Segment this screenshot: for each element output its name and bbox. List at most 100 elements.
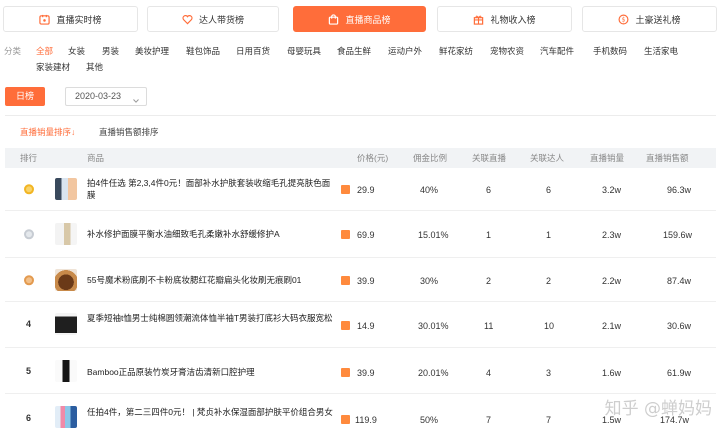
calendar-icon [39, 14, 51, 25]
kol-count: 10 [544, 321, 555, 331]
heart-icon [182, 14, 193, 25]
date-picker[interactable]: 2020-03-23 [65, 87, 147, 106]
product-name[interactable]: 夏季短袖t恤男士纯棉圆领潮流体恤半袖T男装打底衫大码衣服宽松 [87, 312, 337, 324]
commission: 30% [420, 276, 439, 286]
product-thumbnail[interactable] [55, 178, 77, 200]
header-kol[interactable]: 关联达人 [530, 148, 564, 168]
price: 39.9 [357, 368, 375, 378]
category-men[interactable]: 男装 [102, 44, 119, 58]
category-sports[interactable]: 运动户外 [388, 44, 422, 58]
category-appliances[interactable]: 生活家电 [644, 44, 678, 58]
watermark: 知乎 @蝉妈妈 [604, 399, 712, 419]
sort-by-sales[interactable]: 直播销售额排序 [99, 126, 159, 138]
category-flowers[interactable]: 鲜花家纺 [439, 44, 473, 58]
tab-label: 礼物收入榜 [490, 14, 536, 25]
category-daily[interactable]: 日用百货 [236, 44, 270, 58]
table-row[interactable]: 4 夏季短袖t恤男士纯棉圆领潮流体恤半袖T男装打底衫大码衣服宽松 14.9 30… [5, 302, 716, 348]
price: 69.9 [357, 230, 375, 240]
product-thumbnail[interactable] [55, 406, 77, 428]
table-row[interactable]: 拍4件任选 第2,3,4件0元！面部补水护肤套装收缩毛孔提亮肤色面膜 29.9 … [5, 168, 716, 211]
kol-count: 7 [546, 415, 552, 425]
commission: 20.01% [418, 368, 449, 378]
daily-rank-button[interactable]: 日榜 [5, 87, 45, 106]
product-name[interactable]: 补水修护面膜平衡水油细致毛孔柔嫩补水舒缓修护A [87, 228, 337, 240]
category-women[interactable]: 女装 [68, 44, 85, 58]
header-live[interactable]: 关联直播 [472, 148, 506, 168]
product-name[interactable]: 55号魔术粉底刷不卡粉底妆腮红花瓣扁头化妆刷无痕刷01 [87, 274, 337, 286]
tmall-icon [341, 185, 350, 194]
price: 39.9 [357, 276, 375, 286]
kol-count: 1 [546, 230, 552, 240]
category-digital[interactable]: 手机数码 [593, 44, 627, 58]
live-volume: 1.6w [602, 368, 622, 378]
product-thumbnail[interactable] [55, 223, 77, 245]
category-food[interactable]: 食品生鲜 [337, 44, 371, 58]
live-sales: 30.6w [667, 321, 692, 331]
svg-text:$: $ [622, 16, 626, 23]
category-other[interactable]: 其他 [86, 60, 103, 74]
bag-icon [328, 13, 339, 25]
tab-gift-income[interactable]: 礼物收入榜 [437, 6, 572, 32]
live-sales: 96.3w [667, 185, 692, 195]
table-row[interactable]: 55号魔术粉底刷不卡粉底妆腮红花瓣扁头化妆刷无痕刷01 39.9 30% 2 2… [5, 258, 716, 302]
live-volume: 2.3w [602, 230, 622, 240]
live-volume: 3.2w [602, 185, 622, 195]
commission: 40% [420, 185, 439, 195]
product-name[interactable]: 拍4件任选 第2,3,4件0元！面部补水护肤套装收缩毛孔提亮肤色面膜 [87, 177, 337, 201]
live-count: 4 [486, 368, 492, 378]
kol-count: 3 [546, 368, 552, 378]
table-row[interactable]: 5 Bamboo正品原装竹炭牙膏洁齿清新口腔护理 39.9 20.01% 4 3… [5, 348, 716, 394]
live-count: 7 [486, 415, 492, 425]
header-sales[interactable]: 直播销售额 [646, 148, 689, 168]
tmall-icon [341, 415, 350, 424]
tmall-icon [341, 368, 350, 377]
product-name[interactable]: Bamboo正品原装竹炭牙膏洁齿清新口腔护理 [87, 366, 337, 378]
gold-medal-icon [23, 183, 35, 195]
coin-icon: $ [618, 14, 629, 25]
product-name[interactable]: 任拍4件，第二三四件0元！ | 梵贞补水保湿面部护肤平价组合男女 [87, 406, 337, 418]
live-volume: 2.1w [602, 321, 622, 331]
tab-label: 土豪送礼榜 [635, 14, 681, 25]
tmall-icon [341, 276, 350, 285]
category-all[interactable]: 全部 [36, 44, 53, 58]
tmall-icon [341, 230, 350, 239]
live-count: 2 [486, 276, 492, 286]
sort-by-volume[interactable]: 直播销量排序↓ [20, 126, 75, 138]
tab-live-realtime[interactable]: 直播实时榜 [3, 6, 138, 32]
tab-big-gifter[interactable]: $ 土豪送礼榜 [582, 6, 717, 32]
chevron-down-icon [133, 93, 139, 103]
divider [5, 115, 716, 116]
tab-live-products[interactable]: 直播商品榜 [293, 6, 426, 32]
commission: 50% [420, 415, 439, 425]
category-beauty[interactable]: 美妆护理 [135, 44, 169, 58]
header-rank: 排行 [20, 153, 38, 163]
product-thumbnail[interactable] [55, 269, 77, 291]
header-price[interactable]: 价格(元) [357, 148, 388, 168]
header-product: 商品 [87, 153, 105, 163]
category-label: 分类 [4, 46, 22, 56]
table-header: 排行 商品 价格(元) 佣金比例 关联直播 关联达人 直播销量 直播销售额 [5, 148, 716, 168]
category-auto[interactable]: 汽车配件 [540, 44, 574, 58]
category-shoes-bags[interactable]: 鞋包饰品 [186, 44, 220, 58]
rank-number: 5 [26, 366, 32, 376]
product-thumbnail[interactable] [55, 313, 77, 335]
table-row[interactable]: 补水修护面膜平衡水油细致毛孔柔嫩补水舒缓修护A 69.9 15.01% 1 1 … [5, 211, 716, 258]
live-count: 1 [486, 230, 492, 240]
rank-number: 6 [26, 413, 32, 423]
header-volume[interactable]: 直播销量 [590, 148, 624, 168]
commission: 15.01% [418, 230, 449, 240]
bronze-medal-icon [23, 274, 35, 286]
tab-label: 直播商品榜 [345, 14, 391, 25]
category-pets[interactable]: 宠物农资 [490, 44, 524, 58]
commission: 30.01% [418, 321, 449, 331]
kol-count: 6 [546, 185, 552, 195]
gift-icon [473, 14, 484, 25]
category-baby-toys[interactable]: 母婴玩具 [287, 44, 321, 58]
category-home-building[interactable]: 家装建材 [36, 60, 70, 74]
silver-medal-icon [23, 228, 35, 240]
kol-count: 2 [546, 276, 552, 286]
price: 119.9 [355, 415, 377, 425]
tab-kol-sales[interactable]: 达人带货榜 [147, 6, 279, 32]
header-commission[interactable]: 佣金比例 [413, 148, 447, 168]
product-thumbnail[interactable] [55, 360, 77, 382]
